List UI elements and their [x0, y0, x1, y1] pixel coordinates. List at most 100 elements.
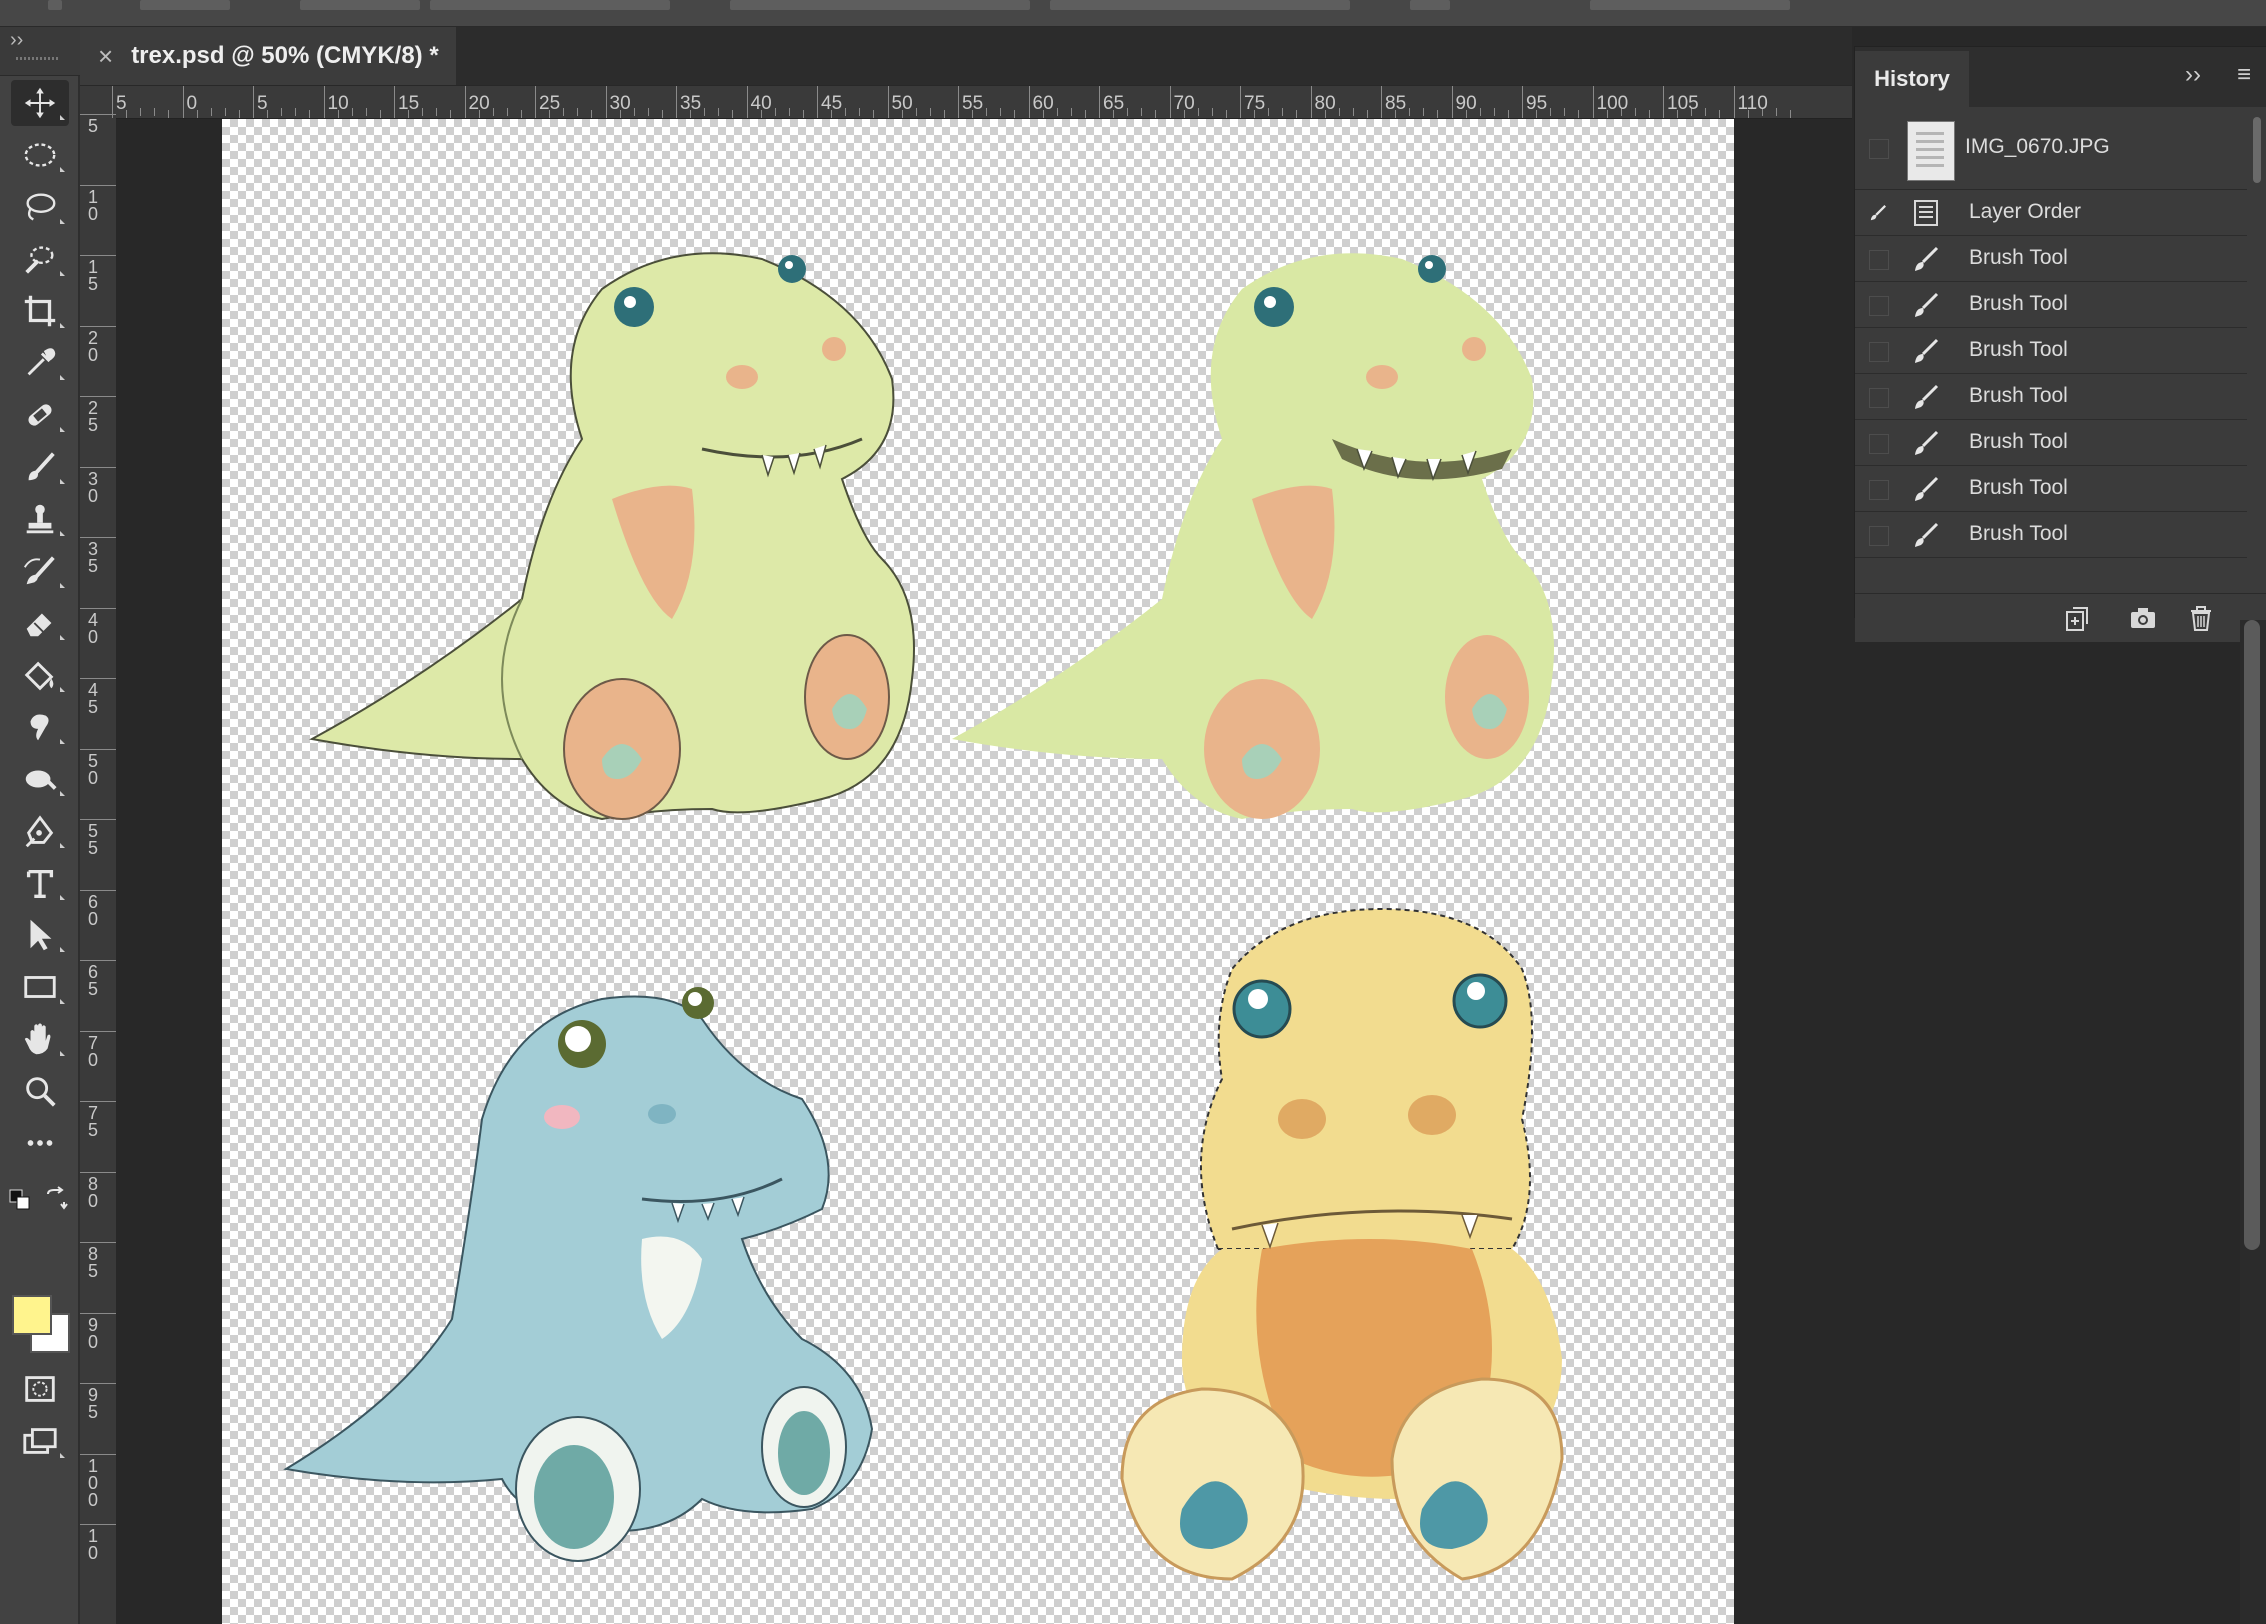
ruler-minor-tick — [1141, 108, 1143, 116]
history-state[interactable]: Layer Order — [1855, 190, 2247, 236]
ruler-minor-tick — [1296, 110, 1298, 118]
foreground-color-swatch[interactable] — [12, 1295, 52, 1335]
clone-stamp-tool[interactable] — [11, 496, 69, 542]
toolbar-collapse[interactable]: ›› — [0, 27, 80, 76]
history-state[interactable]: Brush Tool — [1855, 466, 2247, 512]
brush-icon — [1915, 384, 1939, 409]
collapse-chevron-icon[interactable]: ›› — [10, 29, 23, 52]
history-state[interactable]: Brush Tool — [1855, 374, 2247, 420]
ruler-label: 80 — [1314, 93, 1336, 114]
camera-icon[interactable] — [2127, 602, 2159, 634]
ruler-tick — [80, 184, 116, 186]
eyedropper-tool[interactable] — [11, 340, 69, 386]
history-source-checkbox[interactable] — [1869, 480, 1889, 500]
history-source-checkbox[interactable] — [1869, 388, 1889, 408]
crop-tool[interactable] — [11, 288, 69, 334]
history-state[interactable]: Brush Tool — [1855, 328, 2247, 374]
scrollbar-thumb[interactable] — [2253, 117, 2261, 183]
align-buttons[interactable] — [730, 0, 1030, 10]
paint-bucket-tool[interactable] — [11, 652, 69, 698]
scrollbar-thumb[interactable] — [2244, 620, 2260, 1250]
collapse-panel-icon[interactable]: ›› — [2185, 61, 2201, 89]
vertical-ruler[interactable]: 5 1 0 1 5 2 0 2 5 3 0 3 5 4 0 4 5 5 0 5 5 6 0 6 5 7 0… — [80, 114, 117, 1624]
ruler-minor-tick — [647, 108, 649, 116]
history-brush-source-icon[interactable] — [1869, 204, 1887, 222]
default-colors-icon[interactable] — [8, 1188, 32, 1212]
more-tools[interactable] — [11, 1120, 69, 1166]
swap-colors-icon[interactable] — [44, 1186, 68, 1210]
option-control[interactable] — [1410, 0, 1450, 10]
tool-preset-icon[interactable] — [48, 0, 62, 10]
option-control[interactable] — [140, 0, 230, 10]
new-document-from-state-icon[interactable] — [2061, 602, 2093, 634]
zoom-tool[interactable] — [11, 1068, 69, 1114]
ruler-tick — [323, 86, 325, 118]
snapshot-thumbnail — [1907, 121, 1955, 181]
option-control[interactable] — [430, 0, 670, 10]
history-state[interactable]: Brush Tool — [1855, 512, 2247, 558]
hand-tool[interactable] — [11, 1016, 69, 1062]
ruler-tick — [182, 86, 184, 118]
history-source-checkbox[interactable] — [1869, 526, 1889, 546]
panel-menu-icon[interactable]: ≡ — [2237, 61, 2251, 89]
ruler-minor-tick — [774, 108, 776, 116]
history-source-checkbox[interactable] — [1869, 250, 1889, 270]
toolbar-grip[interactable] — [16, 57, 60, 60]
smudge-tool[interactable] — [11, 704, 69, 750]
screen-mode-icon — [23, 1428, 57, 1454]
canvas-workspace[interactable] — [116, 119, 1852, 1624]
brush-icon — [1915, 338, 1939, 363]
ruler-tick — [1451, 86, 1453, 118]
history-scrollbar[interactable] — [2247, 109, 2266, 593]
document-tab[interactable]: × trex.psd @ 50% (CMYK/8) * — [80, 27, 456, 85]
brush-icon — [28, 452, 55, 481]
history-source-checkbox[interactable] — [1869, 296, 1889, 316]
stamp-icon — [26, 504, 54, 534]
history-tab[interactable]: History — [1855, 51, 1969, 107]
rectangle-tool[interactable] — [11, 964, 69, 1010]
ruler-tick — [80, 396, 116, 397]
history-brush-tool[interactable] — [11, 548, 69, 594]
history-state[interactable]: Brush Tool — [1855, 420, 2247, 466]
eraser-tool[interactable] — [11, 600, 69, 646]
document-canvas[interactable] — [222, 119, 1734, 1624]
ruler-minor-tick — [788, 108, 790, 116]
brush-tool[interactable] — [11, 444, 69, 490]
history-snapshot[interactable]: IMG_0670.JPG — [1855, 109, 2247, 190]
ruler-minor-tick — [1352, 108, 1354, 116]
close-icon[interactable]: × — [98, 41, 113, 72]
pen-tool[interactable] — [11, 808, 69, 854]
ruler-minor-tick — [1648, 110, 1650, 118]
ruler-tick — [1522, 86, 1523, 118]
vertical-scrollbar[interactable] — [2240, 620, 2266, 1624]
ruler-tick — [80, 1383, 116, 1384]
healing-brush-tool[interactable] — [11, 392, 69, 438]
quick-selection-tool[interactable] — [11, 236, 69, 282]
ruler-tick — [958, 86, 959, 118]
ruler-label: 7 0 — [87, 1032, 98, 1070]
zoom-icon — [26, 1077, 56, 1107]
quick-mask-button[interactable] — [11, 1366, 69, 1412]
horizontal-ruler[interactable]: 5 0 5 10 15 20 25 30 35 40 45 50 55 60 65 70 75 80 85 90 95 1… — [112, 86, 1852, 119]
3d-mode-buttons[interactable] — [1590, 0, 1790, 10]
lasso-tool[interactable] — [11, 184, 69, 230]
trash-icon[interactable] — [2185, 602, 2217, 634]
snapshot-source-checkbox[interactable] — [1869, 139, 1889, 159]
history-state[interactable]: Brush Tool — [1855, 282, 2247, 328]
marquee-tool[interactable] — [11, 132, 69, 178]
move-tool[interactable] — [11, 80, 69, 126]
ruler-label: 30 — [609, 93, 631, 114]
history-state[interactable]: Brush Tool — [1855, 236, 2247, 282]
ruler-tick — [80, 1312, 116, 1314]
option-control[interactable] — [300, 0, 420, 10]
type-tool[interactable] — [11, 860, 69, 906]
dodge-tool[interactable] — [11, 756, 69, 802]
ruler-minor-tick — [1775, 108, 1777, 116]
history-source-checkbox[interactable] — [1869, 342, 1889, 362]
ellipsis-icon — [27, 1140, 53, 1146]
history-source-checkbox[interactable] — [1869, 434, 1889, 454]
screen-mode-button[interactable] — [11, 1418, 69, 1464]
ruler-minor-tick — [704, 108, 706, 116]
distribute-buttons[interactable] — [1050, 0, 1350, 10]
path-selection-tool[interactable] — [11, 912, 69, 958]
